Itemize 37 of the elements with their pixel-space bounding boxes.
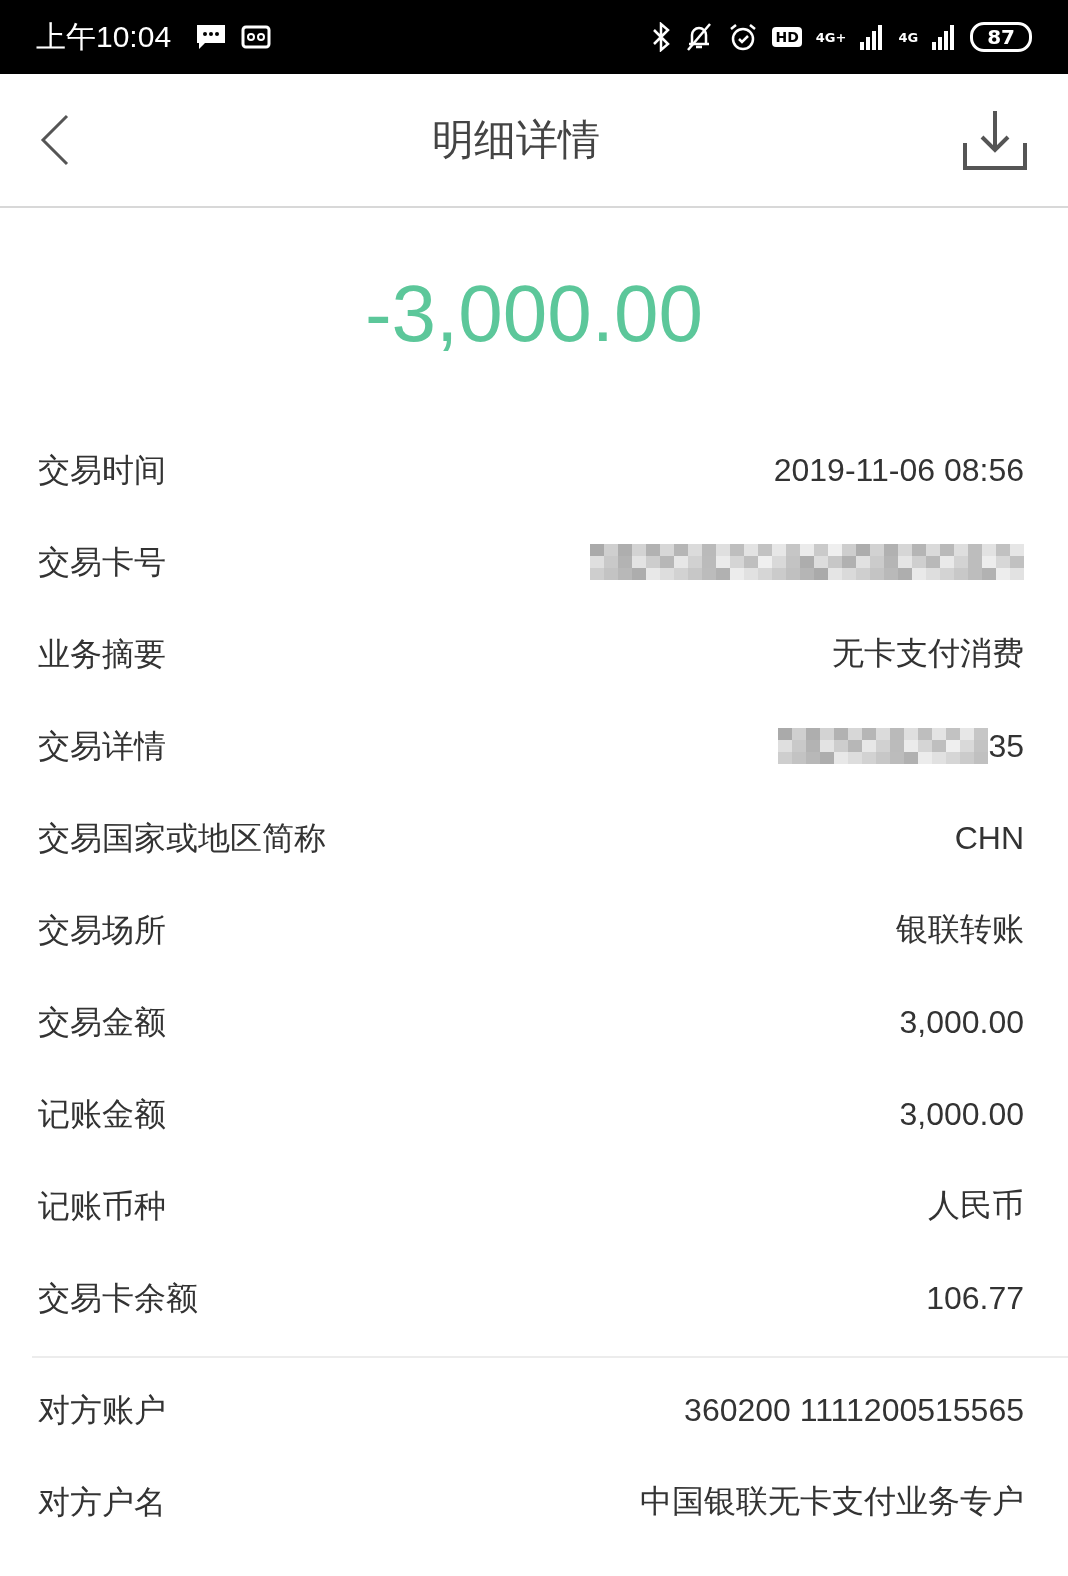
network-label: 4G+: [815, 29, 847, 45]
detail-label: 对方户名: [38, 1482, 167, 1523]
detail-value: 106.77: [926, 1279, 1024, 1317]
voicemail-icon: [241, 25, 272, 49]
page-title: 明细详情: [431, 114, 601, 166]
message-icon: [195, 23, 228, 51]
hd-badge: HD: [772, 27, 802, 47]
detail-value: 中国银联无卡支付业务专户: [640, 1482, 1024, 1521]
bluetooth-icon: [652, 22, 671, 52]
back-button[interactable]: [40, 114, 70, 166]
detail-label: 交易时间: [38, 450, 167, 491]
detail-value: CHN: [954, 819, 1024, 857]
battery-indicator: 87: [970, 22, 1032, 52]
detail-label: 记账币种: [38, 1186, 167, 1227]
detail-value: 无卡支付消费: [832, 634, 1024, 673]
detail-value: 360200 1111200515565: [684, 1391, 1024, 1429]
status-time: 上午10:04: [36, 18, 172, 55]
detail-value: 3,000.00: [899, 1095, 1024, 1133]
detail-label: 交易金额: [38, 1002, 167, 1043]
detail-value: 2019-11-06 08:56: [773, 451, 1024, 489]
detail-label: 交易场所: [38, 910, 167, 951]
signal-icon: [932, 24, 957, 50]
detail-label: 对方账户: [38, 1390, 167, 1431]
detail-label: 交易国家或地区简称: [38, 818, 327, 859]
network-label: 4G: [898, 29, 919, 45]
detail-label: 交易卡号: [38, 542, 167, 583]
detail-label: 交易详情: [38, 726, 167, 767]
signal-icon: [860, 24, 885, 50]
detail-value: 人民币: [928, 1186, 1024, 1225]
detail-value: 银联转账: [896, 910, 1024, 949]
download-button[interactable]: [962, 109, 1028, 171]
detail-value: 35: [988, 727, 1024, 765]
detail-label: 业务摘要: [38, 634, 167, 675]
detail-value: 3,000.00: [899, 1003, 1024, 1041]
detail-label: 记账金额: [38, 1094, 167, 1135]
transaction-amount: -3,000.00: [363, 268, 704, 360]
detail-label: 交易卡余额: [38, 1278, 199, 1319]
